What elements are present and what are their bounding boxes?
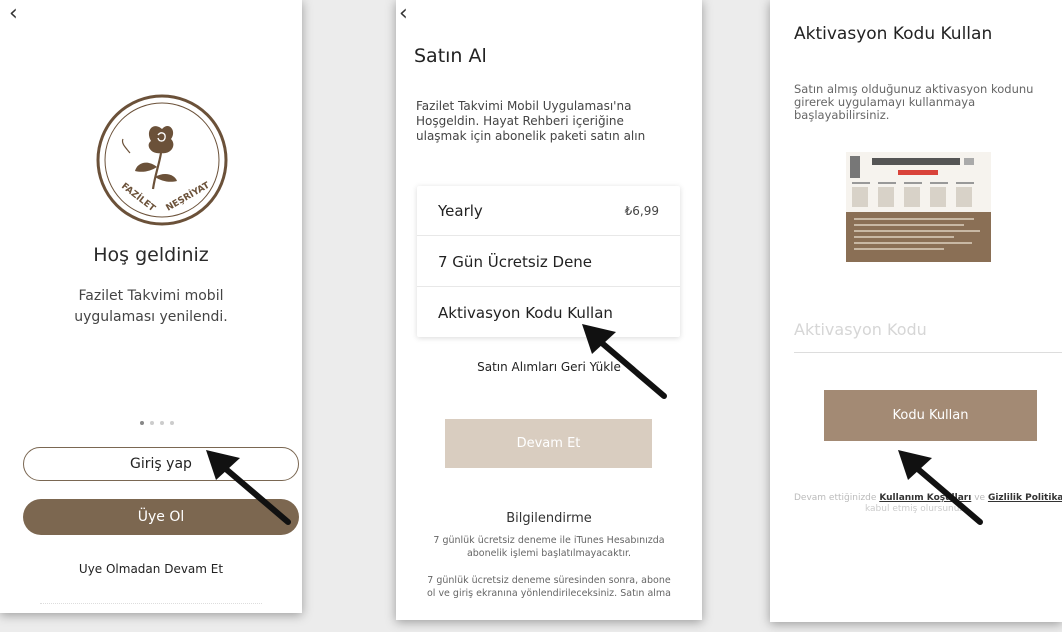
activation-card-illustration xyxy=(846,152,991,262)
option-label: Aktivasyon Kodu Kullan xyxy=(438,304,613,322)
back-chevron-icon[interactable]: ‹ xyxy=(399,3,408,25)
register-button[interactable]: Üye Ol xyxy=(23,499,299,535)
welcome-subtitle: Fazilet Takvimi mobil uygulaması yenilen… xyxy=(74,288,228,325)
login-button[interactable]: Giriş yap xyxy=(23,447,299,481)
info-paragraph: 7 günlük ücretsiz deneme süresinden sonr… xyxy=(426,575,672,599)
privacy-policy-link[interactable]: Gizlilik Politikası xyxy=(988,493,1062,503)
page-dot xyxy=(160,421,164,425)
page-dot xyxy=(140,421,144,425)
info-title: Bilgilendirme xyxy=(506,511,592,526)
option-price: ₺6,99 xyxy=(624,203,659,218)
option-activation-code[interactable]: Aktivasyon Kodu Kullan xyxy=(417,288,680,338)
page-indicator xyxy=(140,421,174,425)
page-title: Aktivasyon Kodu Kullan xyxy=(794,24,993,44)
back-chevron-icon[interactable]: ‹ xyxy=(9,3,18,25)
terms-text: Devam ettiğinizde Kullanım Koşulları ve … xyxy=(794,492,1062,504)
continue-button[interactable]: Devam Et xyxy=(445,419,652,468)
use-code-button[interactable]: Kodu Kullan xyxy=(824,390,1037,441)
pointer-arrow-icon xyxy=(898,450,983,525)
terms-prefix: Devam ettiğinizde xyxy=(794,493,877,503)
option-yearly[interactable]: Yearly ₺6,99 xyxy=(417,186,680,236)
page-description: Fazilet Takvimi Mobil Uygulaması'na Hoşg… xyxy=(416,99,646,143)
subscription-options-card: Yearly ₺6,99 7 Gün Ücretsiz Dene Aktivas… xyxy=(417,186,680,337)
page-dot xyxy=(170,421,174,425)
logo-text-left: FAZİLET xyxy=(119,181,158,215)
purchase-screen: ‹ Satın Al Fazilet Takvimi Mobil Uygulam… xyxy=(396,0,702,620)
option-label: 7 Gün Ücretsiz Dene xyxy=(438,252,593,271)
terms-suffix: kabul etmiş olursunuz. xyxy=(864,504,968,514)
option-free-trial[interactable]: 7 Gün Ücretsiz Dene xyxy=(417,237,680,287)
terms-and: ve xyxy=(974,493,986,503)
activation-code-screen: Aktivasyon Kodu Kullan Satın almış olduğ… xyxy=(770,0,1062,622)
page-dot xyxy=(150,421,154,425)
welcome-screen: ‹ FAZİLET NEŞRİYAT Hoş geldiniz Fazilet … xyxy=(0,0,302,613)
page-title: Satın Al xyxy=(414,45,487,67)
continue-without-account-link[interactable]: Uye Olmadan Devam Et xyxy=(0,562,302,576)
footer-divider xyxy=(40,603,262,613)
activation-code-input[interactable]: Aktivasyon Kodu xyxy=(794,320,927,339)
info-paragraph: 7 günlük ücretsiz deneme ile iTunes Hesa… xyxy=(433,535,665,559)
welcome-title: Hoş geldiniz xyxy=(93,244,209,266)
terms-of-use-link[interactable]: Kullanım Koşulları xyxy=(879,493,971,503)
restore-purchases-link[interactable]: Satın Alımları Geri Yükle xyxy=(396,360,702,374)
option-label: Yearly xyxy=(438,201,483,220)
page-description: Satın almış olduğunuz aktivasyon kodunu … xyxy=(794,82,1034,122)
input-underline xyxy=(794,352,1062,353)
fazilet-logo: FAZİLET NEŞRİYAT xyxy=(96,94,228,226)
